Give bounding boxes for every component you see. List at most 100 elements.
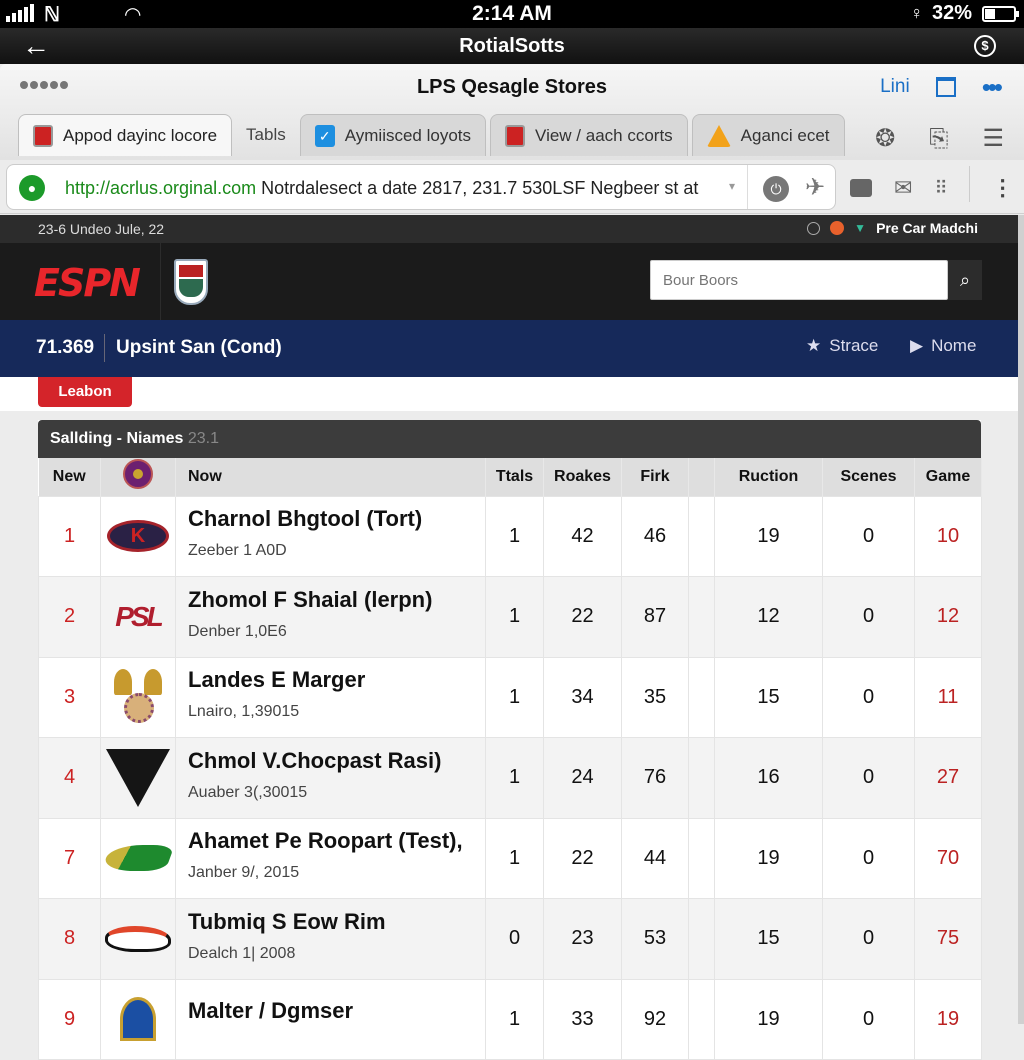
divider <box>104 334 105 362</box>
leabon-button[interactable]: Leabon <box>38 377 132 407</box>
table-row[interactable]: 4 Chmol V.Chocpast Rasi) Auaber 3(,30015 1 2… <box>38 737 982 819</box>
record-icon[interactable] <box>850 179 872 197</box>
team-logo-icon[interactable] <box>114 669 162 725</box>
col-header[interactable]: Firk <box>621 458 689 496</box>
pre-car-link[interactable]: Pre Car Madchi <box>876 220 978 236</box>
col-header[interactable]: New <box>38 458 101 496</box>
calendar-icon[interactable] <box>935 77 956 97</box>
logo-cell <box>100 817 176 899</box>
team-name[interactable]: Landes E Marger <box>188 667 485 693</box>
team-logo-icon[interactable] <box>101 845 175 872</box>
table-row[interactable]: 8 Tubmiq S Eow Rim Dealch 1| 2008 0 23 53 15 0 7… <box>38 898 982 980</box>
team-number: 71.369 <box>36 337 95 358</box>
ttals-cell: 1 <box>485 978 544 1060</box>
col-header-logo <box>100 458 176 496</box>
kebab-menu-icon[interactable]: ⋮ <box>992 175 1014 201</box>
dropdown-caret-icon[interactable]: ▾ <box>729 179 735 193</box>
plane-icon[interactable]: ✈ <box>805 173 825 202</box>
col-header[interactable]: Now <box>175 458 486 496</box>
lini-link[interactable]: Lini <box>880 76 910 98</box>
team-name[interactable]: Chmol V.Chocpast Rasi) <box>188 748 485 774</box>
table-row[interactable]: 7 Ahamet Pe Roopart (Test), Janber 9/, 201… <box>38 817 982 899</box>
team-cell[interactable]: Charnol Bhgtool (Tort) Zeeber 1 A0D <box>175 495 486 577</box>
tab-view[interactable]: View / aach ccorts <box>490 114 688 156</box>
team-cell[interactable]: Chmol V.Chocpast Rasi) Auaber 3(,30015 <box>175 737 486 819</box>
apps-icon[interactable]: ⠿ <box>934 178 947 199</box>
col-header[interactable]: Game <box>914 458 982 496</box>
strace-button[interactable]: ★ Strace <box>806 336 878 356</box>
search-button[interactable]: ⌕ <box>948 260 982 300</box>
table-row[interactable]: 1 K Charnol Bhgtool (Tort) Zeeber 1 A0D 1 42 4… <box>38 495 982 577</box>
team-cell[interactable]: Tubmiq S Eow Rim Dealch 1| 2008 <box>175 898 486 980</box>
scenes-cell: 0 <box>822 737 915 819</box>
team-cell[interactable]: Ahamet Pe Roopart (Test), Janber 9/, 2015 <box>175 817 486 899</box>
team-logo-icon[interactable] <box>105 925 171 952</box>
search-field[interactable] <box>650 260 948 300</box>
top-right-actions: Lini ••• <box>880 74 1003 100</box>
divider <box>160 243 161 320</box>
blank-cell <box>688 737 715 819</box>
team-name[interactable]: Ahamet Pe Roopart (Test), <box>188 828 485 854</box>
info-strip-date: 23-6 Undeo Jule, 22 <box>38 221 165 237</box>
espn-logo[interactable]: ESPN <box>34 261 141 305</box>
shield-icon <box>33 124 53 147</box>
team-name[interactable]: Charnol Bhgtool (Tort) <box>188 506 485 532</box>
team-cell[interactable]: Malter / Dgmser <box>175 978 486 1060</box>
info-strip: 23-6 Undeo Jule, 22 ▼ Pre Car Madchi <box>0 215 1018 243</box>
col-header[interactable]: Ttals <box>485 458 544 496</box>
team-logo-icon[interactable] <box>120 997 156 1042</box>
more-icon[interactable]: ••• <box>982 74 1003 100</box>
team-subtitle: Denber 1,0E6 <box>188 622 287 640</box>
rank-cell: 4 <box>38 737 101 819</box>
team-name[interactable]: Tubmiq S Eow Rim <box>188 909 485 935</box>
address-bar[interactable]: ● http://acrlus.orginal.com Notrdalesect… <box>6 164 836 210</box>
team-cell[interactable]: Zhomol F Shaial (lerpn) Denber 1,0E6 <box>175 576 486 658</box>
ttals-cell: 1 <box>485 737 544 819</box>
ruction-cell: 12 <box>714 576 823 658</box>
shield-icon <box>505 124 526 147</box>
url-host: http://acrlus.orginal.com <box>65 178 257 198</box>
star-icon: ★ <box>806 336 822 355</box>
nome-button[interactable]: ▶ Nome <box>910 336 976 356</box>
tab-aganci[interactable]: Aganci ecet <box>691 114 845 156</box>
team-logo-icon[interactable]: PSL <box>101 601 175 633</box>
menu-icon[interactable]: ☰ <box>982 124 1004 153</box>
team-name[interactable]: Malter / Dgmser <box>188 998 485 1024</box>
emblem-icon[interactable]: ❂ <box>875 124 895 153</box>
col-header[interactable]: Ruction <box>714 458 823 496</box>
power-icon[interactable]: ⏻ <box>763 176 789 202</box>
table-row[interactable]: 3 Landes E Marger Lnairo, 1,39015 1 34 35 15 0 1… <box>38 656 982 738</box>
game-cell: 70 <box>914 817 982 899</box>
table-row[interactable]: 9 Malter / Dgmser 1 33 92 19 0 19 <box>38 978 982 1060</box>
col-header[interactable]: Scenes <box>822 458 915 496</box>
team-subtitle: Dealch 1| 2008 <box>188 944 296 962</box>
scenes-cell: 0 <box>822 495 915 577</box>
game-cell: 75 <box>914 898 982 980</box>
logo-cell <box>100 978 176 1060</box>
mail-icon[interactable]: ✉ <box>894 177 912 199</box>
firk-cell: 53 <box>621 898 689 980</box>
clock: 2:14 AM <box>472 2 552 25</box>
tab-tabls[interactable]: Tabls <box>236 114 296 156</box>
team-name[interactable]: Zhomol F Shaial (lerpn) <box>188 587 485 613</box>
game-cell: 12 <box>914 576 982 658</box>
tab-appod[interactable]: Appod dayinc locore <box>18 114 233 156</box>
team-logo-icon[interactable]: K <box>107 520 169 553</box>
battery-percent: 32% <box>932 2 973 24</box>
tab-aymiisced[interactable]: ✓ Aymiisced loyots <box>299 114 487 156</box>
tab-label: Aganci ecet <box>740 125 830 145</box>
clip-icon[interactable]: ⎘ <box>929 125 948 153</box>
team-logo-icon[interactable] <box>106 748 170 807</box>
firk-cell: 35 <box>621 656 689 738</box>
ttals-cell: 1 <box>485 656 544 738</box>
info-icon[interactable]: $ <box>974 35 996 57</box>
ruction-cell: 15 <box>714 898 823 980</box>
team-cell[interactable]: Landes E Marger Lnairo, 1,39015 <box>175 656 486 738</box>
team-subtitle: Lnairo, 1,39015 <box>188 703 300 721</box>
search-input[interactable] <box>651 261 947 299</box>
table-row[interactable]: 2 PSL Zhomol F Shaial (lerpn) Denber 1,0E6 1… <box>38 576 982 658</box>
scrollbar[interactable] <box>1018 215 1024 1024</box>
nfl-shield-icon[interactable] <box>174 259 208 305</box>
col-header[interactable]: Roakes <box>543 458 622 496</box>
url-text[interactable]: http://acrlus.orginal.com Notrdalesect a… <box>65 178 698 199</box>
